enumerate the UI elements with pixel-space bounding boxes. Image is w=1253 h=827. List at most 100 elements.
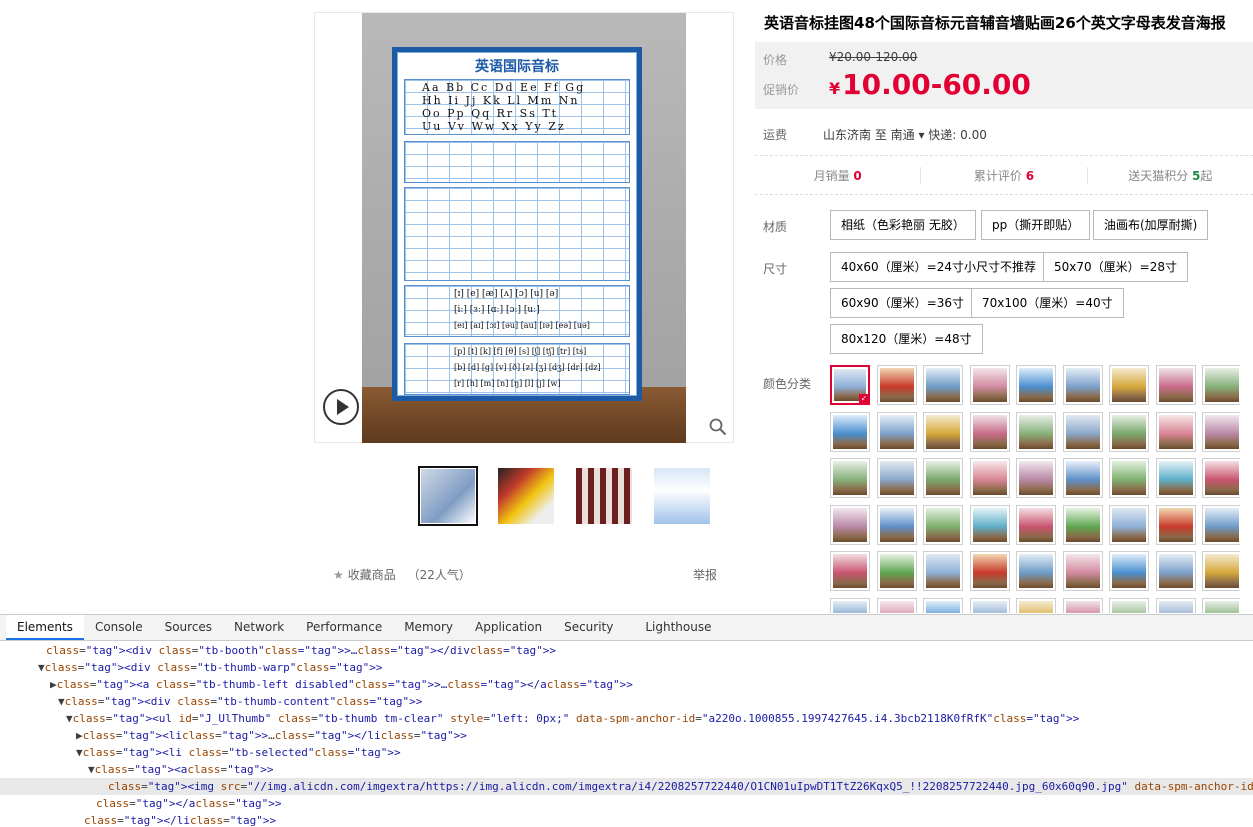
color-swatch[interactable] bbox=[1062, 551, 1103, 591]
thumbnail-2[interactable] bbox=[496, 466, 556, 526]
favorite-link[interactable]: 收藏商品 bbox=[348, 568, 396, 582]
size-option-60x90[interactable]: 60x90（厘米）=36寸 bbox=[830, 288, 975, 318]
color-swatch[interactable] bbox=[969, 458, 1010, 498]
color-swatch[interactable] bbox=[969, 365, 1010, 405]
color-swatch[interactable] bbox=[1109, 458, 1149, 498]
size-option-40x60[interactable]: 40x60（厘米）=24寸小尺寸不推荐 bbox=[830, 252, 1047, 282]
color-swatch[interactable] bbox=[1016, 365, 1056, 405]
dom-tree-node[interactable]: class="tag"><img src="//img.alicdn.com/i… bbox=[0, 778, 1253, 795]
color-swatch[interactable] bbox=[1155, 597, 1196, 613]
size-option-50x70[interactable]: 50x70（厘米）=28寸 bbox=[1043, 252, 1188, 282]
color-swatch[interactable] bbox=[969, 411, 1010, 452]
dom-tree-node[interactable]: class="tag"></aclass="tag">> bbox=[0, 795, 1253, 812]
dom-tree-node[interactable]: ▶class="tag"><liclass="tag">>…class="tag… bbox=[0, 727, 1253, 744]
color-swatch[interactable] bbox=[876, 551, 917, 591]
swatch-image bbox=[1112, 600, 1146, 613]
color-swatch[interactable] bbox=[1155, 411, 1196, 452]
dom-tree-node[interactable]: ▶class="tag"><a class="tb-thumb-left dis… bbox=[0, 676, 1253, 693]
material-option-photo-paper[interactable]: 相纸（色彩艳丽 无胶） bbox=[830, 210, 976, 240]
shipping-destination-select[interactable]: 山东济南 至 南通 ▾ 快递: 0.00 bbox=[823, 126, 987, 143]
color-swatch[interactable] bbox=[1109, 551, 1149, 591]
tab-lighthouse[interactable]: Lighthouse bbox=[634, 615, 722, 640]
color-swatch[interactable] bbox=[1062, 504, 1103, 545]
color-swatch[interactable] bbox=[1202, 551, 1240, 591]
dom-tree-node[interactable]: ▼class="tag"><aclass="tag">> bbox=[0, 761, 1253, 778]
color-swatch[interactable] bbox=[923, 411, 963, 452]
dom-tree-node[interactable]: class="tag"><div class="tb-booth"class="… bbox=[0, 642, 1253, 659]
color-swatch[interactable] bbox=[969, 504, 1010, 545]
color-swatch[interactable] bbox=[969, 551, 1010, 591]
material-option-pp[interactable]: pp（撕开即贴） bbox=[981, 210, 1091, 240]
color-swatch[interactable] bbox=[876, 411, 917, 452]
color-swatch[interactable] bbox=[830, 597, 870, 613]
tab-application[interactable]: Application bbox=[464, 615, 553, 640]
color-swatch[interactable] bbox=[969, 597, 1010, 613]
color-swatch[interactable]: ✓ bbox=[830, 365, 870, 405]
color-swatch[interactable] bbox=[830, 411, 870, 452]
color-swatch[interactable] bbox=[1155, 504, 1196, 545]
dom-tree-node[interactable]: ▼class="tag"><div class="tb-thumb-conten… bbox=[0, 693, 1253, 710]
color-swatch[interactable] bbox=[1016, 597, 1056, 613]
color-swatch[interactable] bbox=[1062, 597, 1103, 613]
size-option-80x120[interactable]: 80x120（厘米）=48寸 bbox=[830, 324, 983, 354]
swatch-image bbox=[833, 414, 867, 449]
color-swatch[interactable] bbox=[830, 458, 870, 498]
zoom-icon[interactable] bbox=[709, 418, 727, 436]
color-swatch[interactable] bbox=[1202, 411, 1240, 452]
color-swatch[interactable] bbox=[1109, 504, 1149, 545]
tab-security[interactable]: Security bbox=[553, 615, 624, 640]
tab-console[interactable]: Console bbox=[84, 615, 154, 640]
material-option-canvas[interactable]: 油画布(加厚耐撕) bbox=[1093, 210, 1209, 240]
color-swatch[interactable] bbox=[830, 551, 870, 591]
color-swatch[interactable] bbox=[876, 365, 917, 405]
color-swatch[interactable] bbox=[876, 504, 917, 545]
color-swatch[interactable] bbox=[1062, 411, 1103, 452]
tab-sources[interactable]: Sources bbox=[154, 615, 223, 640]
color-swatch[interactable] bbox=[1155, 458, 1196, 498]
swatch-image bbox=[1158, 600, 1193, 613]
dom-tree-node[interactable]: ▼class="tag"><li class="tb-selected"clas… bbox=[0, 744, 1253, 761]
dom-tree-node[interactable]: ▼class="tag"><div class="tb-thumb-warp"c… bbox=[0, 659, 1253, 676]
color-swatch[interactable] bbox=[1202, 504, 1240, 545]
dom-tree-node[interactable]: ▼class="tag"><ul id="J_UlThumb" class="t… bbox=[0, 710, 1253, 727]
color-swatch[interactable] bbox=[1202, 597, 1240, 613]
thumbnail-1[interactable] bbox=[418, 466, 478, 526]
color-swatch[interactable] bbox=[876, 597, 917, 613]
color-swatch[interactable] bbox=[923, 458, 963, 498]
color-swatch[interactable] bbox=[923, 597, 963, 613]
tab-memory[interactable]: Memory bbox=[393, 615, 464, 640]
color-swatch[interactable] bbox=[1109, 411, 1149, 452]
color-swatch[interactable] bbox=[1155, 365, 1196, 405]
color-swatch[interactable] bbox=[1155, 551, 1196, 591]
selected-check-icon: ✓ bbox=[859, 394, 869, 404]
color-swatch[interactable] bbox=[1016, 551, 1056, 591]
swatch-image bbox=[833, 461, 867, 495]
color-swatch[interactable] bbox=[1016, 504, 1056, 545]
tab-elements[interactable]: Elements bbox=[6, 615, 84, 640]
thumbnail-4[interactable] bbox=[652, 466, 712, 526]
thumbnail-3[interactable] bbox=[574, 466, 634, 526]
color-swatch[interactable] bbox=[1109, 365, 1149, 405]
tab-performance[interactable]: Performance bbox=[295, 615, 393, 640]
color-swatch[interactable] bbox=[923, 365, 963, 405]
dom-tree-node[interactable]: class="tag"></liclass="tag">> bbox=[0, 812, 1253, 827]
color-swatch[interactable] bbox=[1202, 458, 1240, 498]
color-swatch[interactable] bbox=[876, 458, 917, 498]
color-swatch[interactable] bbox=[1016, 458, 1056, 498]
report-link[interactable]: 举报 bbox=[693, 566, 717, 583]
color-swatch[interactable] bbox=[1062, 458, 1103, 498]
color-swatch[interactable] bbox=[1016, 411, 1056, 452]
video-play-button[interactable] bbox=[323, 389, 359, 425]
color-swatch[interactable] bbox=[1062, 365, 1103, 405]
color-swatch[interactable] bbox=[923, 504, 963, 545]
swatch-image bbox=[1205, 600, 1239, 613]
color-swatch[interactable] bbox=[1109, 597, 1149, 613]
color-swatch[interactable] bbox=[1202, 365, 1240, 405]
color-swatch[interactable] bbox=[830, 504, 870, 545]
star-icon[interactable]: ★ bbox=[333, 568, 344, 582]
color-swatch[interactable] bbox=[923, 551, 963, 591]
size-option-70x100[interactable]: 70x100（厘米）=40寸 bbox=[971, 288, 1124, 318]
main-product-image[interactable]: 英语国际音标 Aa Bb Cc Dd Ee Ff Gg Hh Ii Jj Kk … bbox=[314, 12, 734, 443]
total-reviews[interactable]: 累计评价 6 bbox=[921, 166, 1088, 184]
tab-network[interactable]: Network bbox=[223, 615, 295, 640]
